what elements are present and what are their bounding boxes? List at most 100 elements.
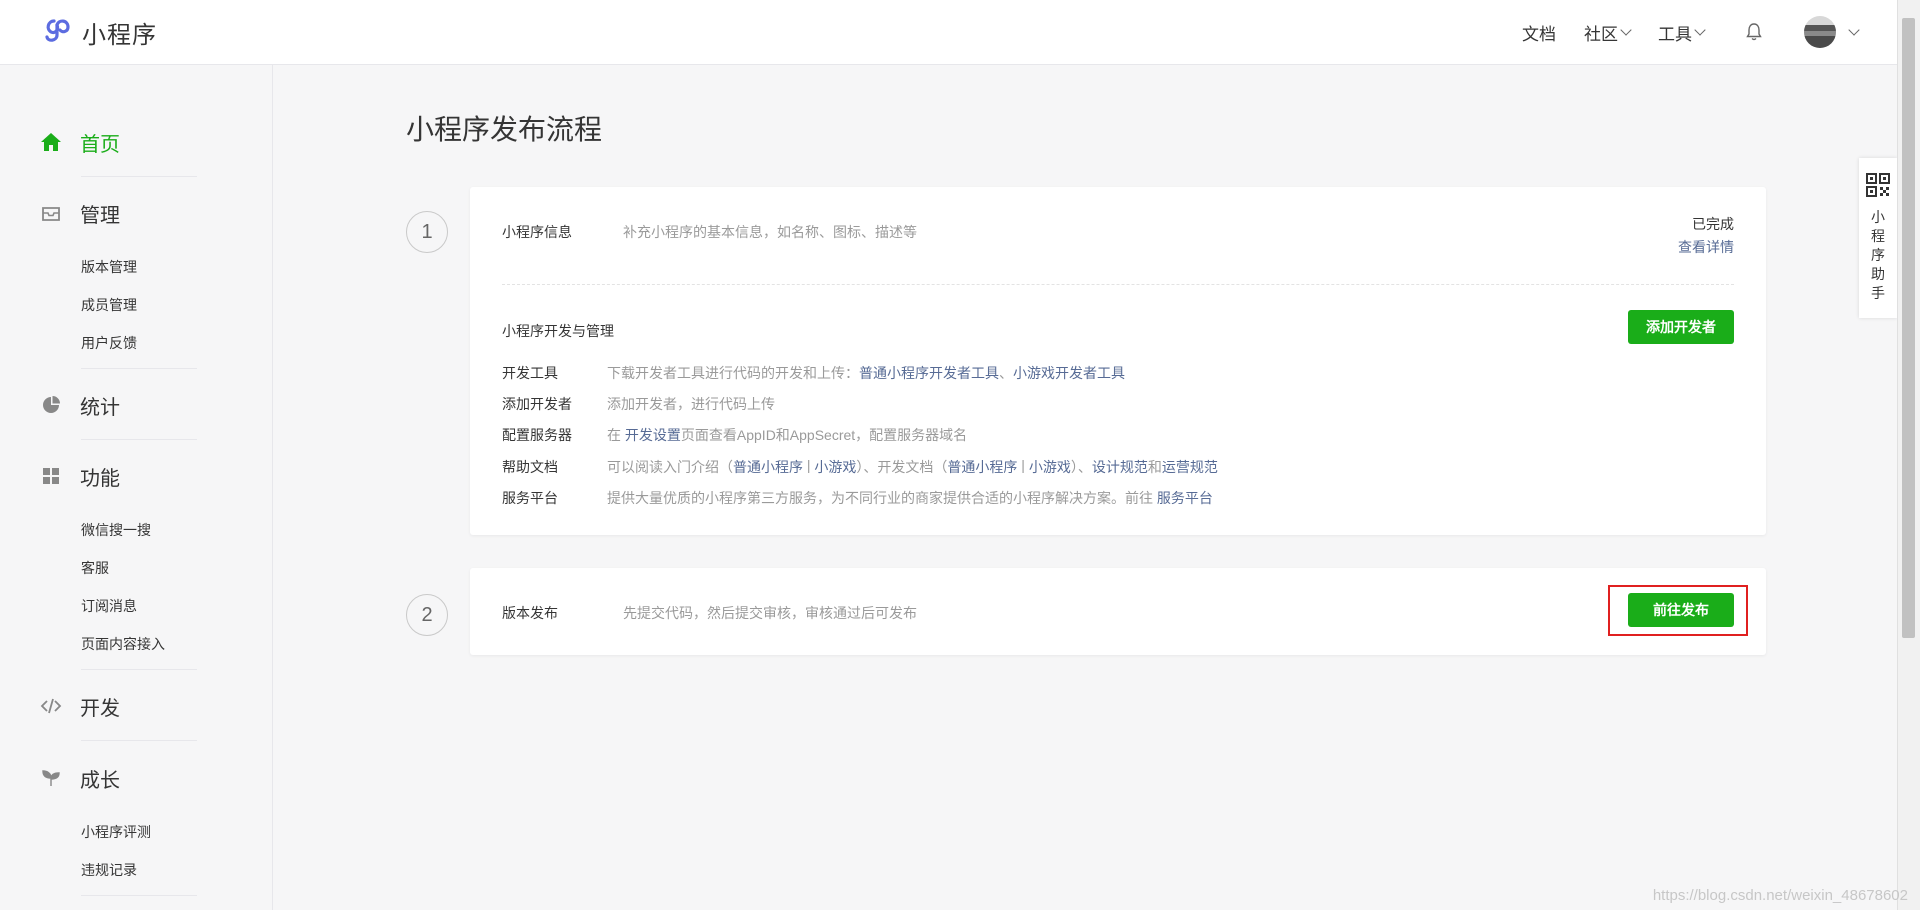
design-spec-link[interactable]: 设计规范 <box>1092 457 1148 477</box>
step-title: 小程序信息 <box>502 224 572 240</box>
nav-community[interactable]: 社区 <box>1584 20 1632 45</box>
grid-icon <box>40 465 62 487</box>
row-text: 页面查看AppID和AppSecret，配置服务器域名 <box>680 427 968 443</box>
sidebar-item-growth[interactable]: 成长 <box>40 766 120 792</box>
sidebar-item-violation-record[interactable]: 违规记录 <box>81 860 137 880</box>
step-description: 先提交代码，然后提交审核，审核通过后可发布 <box>623 605 917 621</box>
dev-settings-link[interactable]: 开发设置 <box>625 425 681 445</box>
red-highlight-box <box>1608 585 1748 636</box>
sidebar-item-features[interactable]: 功能 <box>40 464 120 490</box>
view-details-link[interactable]: 查看详情 <box>1678 237 1734 257</box>
scrollbar[interactable] <box>1897 0 1920 910</box>
info-row-add-developer: 添加开发者 添加开发者，进行代码上传 <box>502 394 775 414</box>
doc-mini-program-link[interactable]: 普通小程序 <box>947 457 1017 477</box>
assistant-label-char: 手 <box>1871 285 1885 301</box>
bell-icon[interactable] <box>1744 22 1764 42</box>
sidebar-item-member-manage[interactable]: 成员管理 <box>81 295 137 315</box>
sidebar-stats-label: 统计 <box>80 396 120 419</box>
operation-spec-link[interactable]: 运营规范 <box>1162 457 1218 477</box>
service-platform-link[interactable]: 服务平台 <box>1157 488 1213 508</box>
sidebar-item-evaluation[interactable]: 小程序评测 <box>81 822 151 842</box>
code-icon <box>40 695 62 717</box>
scrollbar-thumb[interactable] <box>1902 18 1915 638</box>
row-label: 帮助文档 <box>502 459 558 475</box>
row-text: 和 <box>1147 459 1162 475</box>
row-text: ）、 <box>1070 459 1092 475</box>
chevron-down-icon <box>1620 24 1632 36</box>
row-text: 可以阅读入门介绍（ <box>607 459 733 475</box>
sidebar: 首页 管理 版本管理 成员管理 用户反馈 统计 功能 微信搜一搜 客服 订阅消息… <box>0 64 273 910</box>
dev-manage-title: 小程序开发与管理 <box>502 323 614 339</box>
row-text: 提供大量优质的小程序第三方服务，为不同行业的商家提供合适的小程序解决方案。前往 <box>607 490 1157 506</box>
sidebar-item-dev[interactable]: 开发 <box>40 694 120 720</box>
step-card-publish: 版本发布 先提交代码，然后提交审核，审核通过后可发布 前往发布 <box>470 568 1766 655</box>
sidebar-item-user-feedback[interactable]: 用户反馈 <box>81 333 137 353</box>
assistant-label-char: 程 <box>1871 228 1885 244</box>
sidebar-item-home[interactable]: 首页 <box>40 130 120 156</box>
mini-program-logo-icon <box>40 13 74 52</box>
sidebar-item-subscription-message[interactable]: 订阅消息 <box>81 596 137 616</box>
top-bar: 小程序 文档 社区 工具 <box>0 0 1898 65</box>
row-label: 开发工具 <box>502 365 558 381</box>
mini-program-devtool-link[interactable]: 普通小程序开发者工具 <box>859 363 999 383</box>
intro-mini-program-link[interactable]: 普通小程序 <box>733 457 803 477</box>
row-label: 配置服务器 <box>502 427 572 443</box>
mini-game-devtool-link[interactable]: 小游戏开发者工具 <box>1013 363 1125 383</box>
sidebar-item-customer-service[interactable]: 客服 <box>81 558 109 578</box>
divider <box>81 176 197 177</box>
nav-community-label: 社区 <box>1584 24 1618 44</box>
row-text: 下载开发者工具进行代码的开发和上传： <box>607 365 859 381</box>
account-menu[interactable] <box>1804 16 1860 48</box>
inbox-icon <box>40 202 62 224</box>
logo[interactable]: 小程序 <box>40 15 157 49</box>
page-title: 小程序发布流程 <box>406 114 603 145</box>
info-row-service-platform: 服务平台 提供大量优质的小程序第三方服务，为不同行业的商家提供合适的小程序解决方… <box>502 488 1213 508</box>
status-completed: 已完成 <box>1692 216 1734 232</box>
home-icon <box>40 131 62 153</box>
add-developer-button[interactable]: 添加开发者 <box>1628 310 1734 344</box>
doc-mini-game-link[interactable]: 小游戏 <box>1029 457 1071 477</box>
watermark: https://blog.csdn.net/weixin_48678602 <box>1652 887 1908 904</box>
avatar <box>1804 16 1836 48</box>
sidebar-item-manage[interactable]: 管理 <box>40 201 120 227</box>
sprout-icon <box>40 767 62 789</box>
sidebar-item-stats[interactable]: 统计 <box>40 393 120 419</box>
assistant-label-char: 小 <box>1871 209 1885 225</box>
intro-mini-game-link[interactable]: 小游戏 <box>814 457 856 477</box>
step-card-info: 小程序信息 补充小程序的基本信息，如名称、图标、描述等 已完成 查看详情 小程序… <box>470 187 1766 535</box>
info-row-server: 配置服务器 在 开发设置 页面查看AppID和AppSecret，配置服务器域名 <box>502 425 967 445</box>
top-nav: 文档 社区 工具 <box>1494 0 1860 64</box>
row-text: 在 <box>607 427 625 443</box>
sidebar-manage-label: 管理 <box>80 204 120 227</box>
sidebar-item-wechat-search[interactable]: 微信搜一搜 <box>81 520 151 540</box>
divider <box>81 368 197 369</box>
info-row-dev-tools: 开发工具 下载开发者工具进行代码的开发和上传： 普通小程序开发者工具 、 小游戏… <box>502 363 1125 383</box>
logo-text: 小程序 <box>82 21 157 49</box>
nav-docs-label: 文档 <box>1522 24 1556 44</box>
step-number: 1 <box>406 211 448 253</box>
divider <box>81 669 197 670</box>
sidebar-growth-label: 成长 <box>80 769 120 792</box>
assistant-label-char: 助 <box>1871 266 1885 282</box>
nav-tools-label: 工具 <box>1658 24 1692 44</box>
assistant-label: 小程序助手 <box>1859 208 1897 303</box>
step-title: 版本发布 <box>502 605 558 621</box>
row-text: ）、开发文档（ <box>856 459 948 475</box>
assistant-label-char: 序 <box>1871 247 1885 263</box>
divider <box>502 284 1734 285</box>
nav-docs[interactable]: 文档 <box>1522 20 1556 45</box>
row-text: | <box>803 457 815 473</box>
nav-tools[interactable]: 工具 <box>1658 20 1706 45</box>
sidebar-home-label: 首页 <box>80 133 120 156</box>
sidebar-item-page-content[interactable]: 页面内容接入 <box>81 634 165 654</box>
mini-program-assistant[interactable]: 小程序助手 <box>1859 158 1897 318</box>
row-text: | <box>1017 457 1029 473</box>
chevron-down-icon <box>1848 24 1860 36</box>
divider <box>81 895 197 896</box>
sidebar-features-label: 功能 <box>80 467 120 490</box>
row-text: 、 <box>999 365 1013 381</box>
row-text: 添加开发者，进行代码上传 <box>607 396 775 412</box>
row-label: 添加开发者 <box>502 396 572 412</box>
sidebar-item-version-manage[interactable]: 版本管理 <box>81 257 137 277</box>
sidebar-dev-label: 开发 <box>80 697 120 720</box>
